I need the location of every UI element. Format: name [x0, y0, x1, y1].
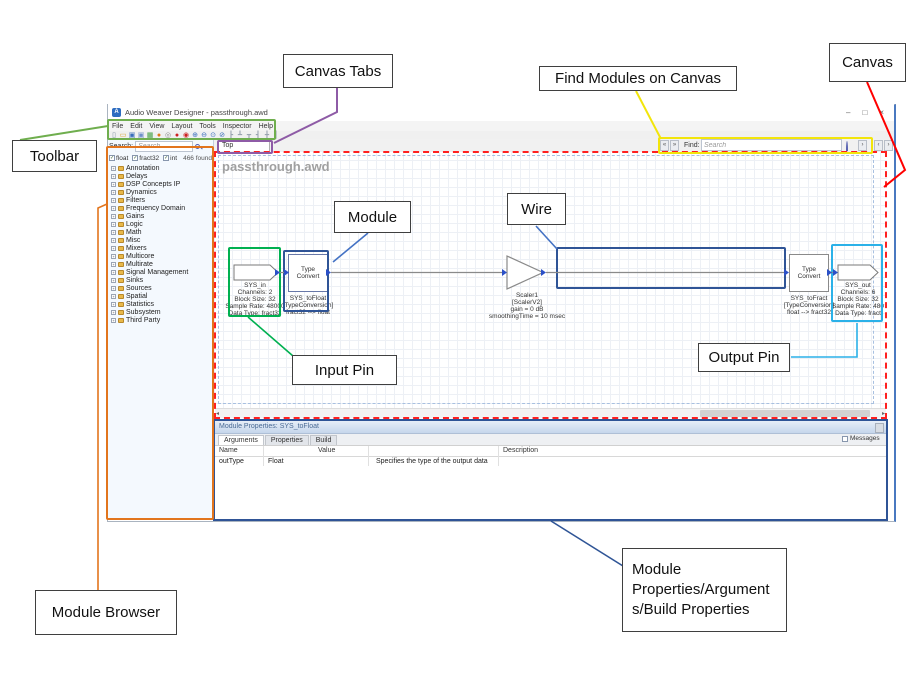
- column-header-value: Value: [318, 447, 335, 454]
- callout-module-browser: Module Browser: [35, 590, 177, 635]
- toolbar-highlight: [107, 119, 276, 140]
- messages-label: Messages: [850, 435, 880, 442]
- annotated-screenshot: A Audio Weaver Designer - passthrough.aw…: [0, 0, 923, 676]
- canvas-tab-highlight: [217, 140, 273, 154]
- callout-module-properties: ModuleProperties/Arguments/Build Propert…: [622, 548, 787, 632]
- callout-toolbar: Toolbar: [12, 140, 97, 172]
- window-controls: – □ ×: [810, 104, 894, 120]
- column-header-name: Name: [219, 447, 238, 454]
- callout-wire: Wire: [507, 193, 566, 225]
- close-button[interactable]: ×: [879, 108, 884, 117]
- text-line: Properties/Argument: [632, 580, 770, 600]
- properties-panel-button[interactable]: [875, 423, 884, 433]
- module-browser-highlight: [106, 146, 214, 520]
- callout-output-pin: Output Pin: [698, 343, 790, 372]
- messages-checkbox-icon[interactable]: [842, 436, 848, 442]
- column-header-description: Description: [503, 447, 538, 454]
- tab-scroll-left-button[interactable]: ‹: [874, 140, 883, 151]
- tab-scroll-right-button[interactable]: ›: [884, 140, 893, 151]
- find-bar-highlight: [658, 137, 873, 154]
- maximize-button[interactable]: □: [862, 108, 867, 117]
- tab-properties[interactable]: Properties: [265, 435, 309, 445]
- table-header-divider: [215, 456, 886, 457]
- properties-header: Module Properties: SYS_toFloat: [215, 421, 886, 434]
- module-highlight: [283, 250, 329, 312]
- text-line: s/Build Properties: [632, 600, 750, 620]
- output-pin-highlight: [831, 244, 883, 322]
- app-logo-icon: A: [112, 108, 121, 117]
- column-divider: [263, 446, 264, 466]
- minimize-button[interactable]: –: [846, 108, 850, 117]
- column-divider: [368, 446, 369, 466]
- callout-module: Module: [334, 201, 411, 233]
- property-value-cell[interactable]: Float: [268, 458, 284, 465]
- input-pin-highlight: [228, 247, 281, 317]
- messages-toggle[interactable]: Messages: [842, 435, 880, 442]
- tab-build[interactable]: Build: [310, 435, 338, 445]
- callout-canvas: Canvas: [829, 43, 906, 82]
- property-description-cell: Specifies the type of the output data: [376, 458, 488, 465]
- leader-toolbar: [20, 126, 108, 140]
- wire-highlight: [556, 247, 786, 289]
- property-name-cell[interactable]: outType: [219, 458, 244, 465]
- window-title: Audio Weaver Designer - passthrough.awd: [125, 108, 268, 117]
- callout-canvas-tabs: Canvas Tabs: [283, 54, 393, 88]
- leader-module-properties: [551, 521, 623, 566]
- callout-input-pin: Input Pin: [292, 355, 397, 385]
- tab-arguments[interactable]: Arguments: [218, 435, 264, 445]
- callout-find-modules: Find Modules on Canvas: [539, 66, 737, 91]
- column-divider: [498, 446, 499, 466]
- text-line: Module: [632, 560, 681, 580]
- properties-tab-row: ArgumentsPropertiesBuild: [215, 434, 886, 446]
